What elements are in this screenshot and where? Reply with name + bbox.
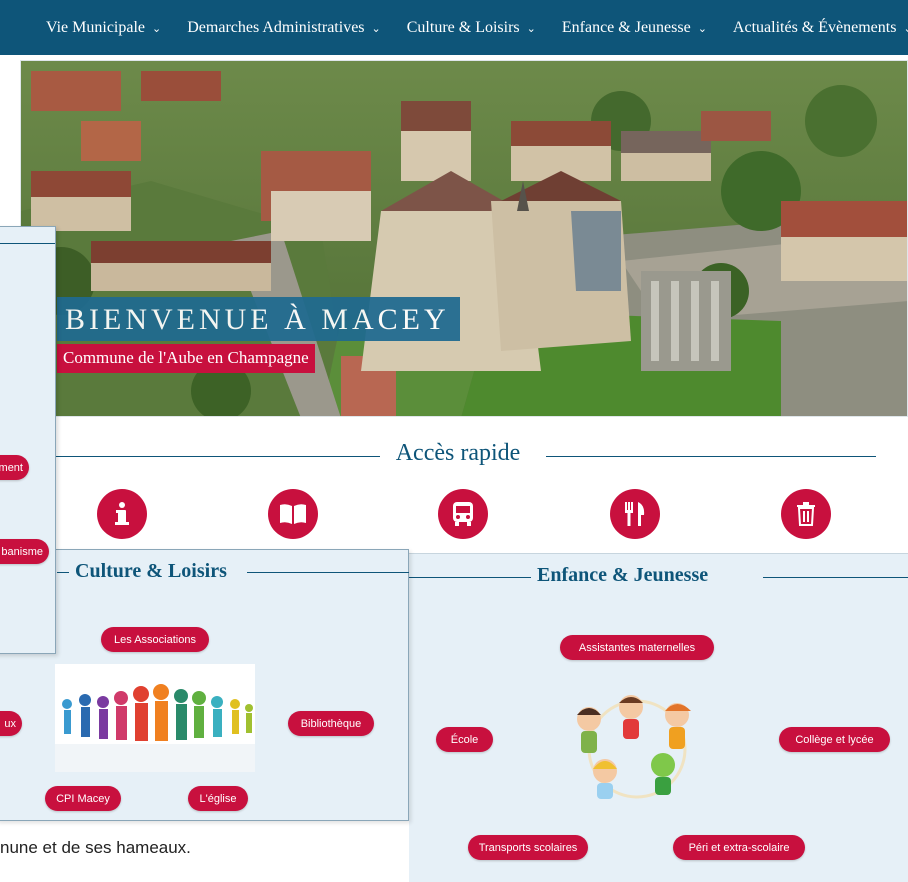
button-label: Péri et extra-scolaire bbox=[688, 841, 790, 854]
info-icon[interactable] bbox=[97, 489, 147, 539]
nav-label: Vie Municipale bbox=[46, 18, 146, 36]
button-label: Assistantes maternelles bbox=[578, 641, 696, 654]
bibliotheque-button[interactable]: Bibliothèque bbox=[288, 711, 374, 736]
chevron-down-icon: ⌄ bbox=[526, 23, 536, 35]
college-lycee-button[interactable]: Collège et lycée bbox=[779, 727, 890, 752]
main-navigation: Vie Municipale ⌄ Demarches Administrativ… bbox=[0, 0, 908, 55]
button-label: Collège et lycée bbox=[795, 733, 874, 746]
nav-label: Enfance & Jeunesse bbox=[561, 18, 691, 36]
intro-text: nune et de ses hameaux. bbox=[0, 838, 191, 857]
nav-culture-loisirs[interactable]: Culture & Loisirs ⌄ bbox=[407, 19, 536, 37]
button-label: Les Associations bbox=[114, 633, 196, 646]
chevron-down-icon: ⌄ bbox=[697, 23, 707, 35]
associations-button[interactable]: Les Associations bbox=[101, 627, 209, 652]
nav-label: Actualités & Évènements bbox=[732, 18, 897, 36]
button-label: Transports scolaires bbox=[478, 841, 578, 854]
trash-icon[interactable] bbox=[781, 489, 831, 539]
demarches-dropdown-panel: ment banisme bbox=[0, 226, 56, 654]
nav-vie-municipale[interactable]: Vie Municipale ⌄ bbox=[46, 19, 161, 37]
book-icon[interactable] bbox=[268, 489, 318, 539]
divider bbox=[57, 572, 69, 573]
button-label: ux bbox=[4, 717, 16, 730]
button-label: CPI Macey bbox=[56, 792, 110, 805]
children-playing-illustration bbox=[577, 695, 691, 799]
peri-extra-scolaire-button[interactable]: Péri et extra-scolaire bbox=[673, 835, 805, 860]
hero-subtitle: Commune de l'Aube en Champagne bbox=[57, 344, 315, 373]
chevron-down-icon: ⌄ bbox=[152, 23, 162, 35]
button-label: banisme bbox=[1, 545, 43, 558]
quick-access-title: Accès rapide bbox=[395, 440, 521, 466]
culture-loisirs-panel: Culture & Loisirs Les Associations ux Bi… bbox=[0, 549, 409, 821]
culture-loisirs-title: Culture & Loisirs bbox=[75, 560, 227, 582]
enfance-jeunesse-title: Enfance & Jeunesse bbox=[537, 564, 709, 586]
enfance-jeunesse-panel: Enfance & Jeunesse Assistantes maternell… bbox=[409, 553, 908, 882]
demarches-button-1[interactable]: ment bbox=[0, 455, 29, 480]
bus-icon[interactable] bbox=[438, 489, 488, 539]
demarches-button-urbanisme[interactable]: banisme bbox=[0, 539, 49, 564]
eglise-button[interactable]: L'église bbox=[188, 786, 248, 811]
hero-banner: BIENVENUE À MACEY Commune de l'Aube en C… bbox=[20, 60, 908, 417]
chevron-down-icon: ⌄ bbox=[903, 22, 908, 35]
divider bbox=[56, 456, 380, 457]
button-label: ment bbox=[0, 461, 23, 474]
nav-label: Demarches Administratives bbox=[187, 18, 365, 36]
restaurant-icon[interactable] bbox=[610, 489, 660, 539]
cpi-macey-button[interactable]: CPI Macey bbox=[45, 786, 121, 811]
button-label: Bibliothèque bbox=[300, 717, 362, 730]
divider bbox=[763, 577, 908, 578]
assistantes-maternelles-button[interactable]: Assistantes maternelles bbox=[560, 635, 714, 660]
hero-title: BIENVENUE À MACEY bbox=[57, 297, 460, 341]
button-label: École bbox=[450, 733, 479, 746]
nav-enfance-jeunesse[interactable]: Enfance & Jeunesse ⌄ bbox=[562, 19, 707, 37]
chevron-down-icon: ⌄ bbox=[371, 23, 381, 35]
button-label: L'église bbox=[199, 792, 237, 805]
nav-actualites-evenements[interactable]: Actualités & Évènements ⌄ bbox=[733, 19, 908, 37]
divider bbox=[409, 577, 531, 578]
divider bbox=[546, 456, 876, 457]
people-running-illustration bbox=[55, 664, 255, 772]
transports-scolaires-button[interactable]: Transports scolaires bbox=[468, 835, 588, 860]
culture-left-button[interactable]: ux bbox=[0, 711, 22, 736]
ecole-button[interactable]: École bbox=[436, 727, 493, 752]
divider bbox=[0, 243, 55, 244]
nav-demarches-administratives[interactable]: Demarches Administratives ⌄ bbox=[187, 19, 381, 37]
nav-label: Culture & Loisirs bbox=[406, 18, 520, 36]
divider bbox=[247, 572, 409, 573]
